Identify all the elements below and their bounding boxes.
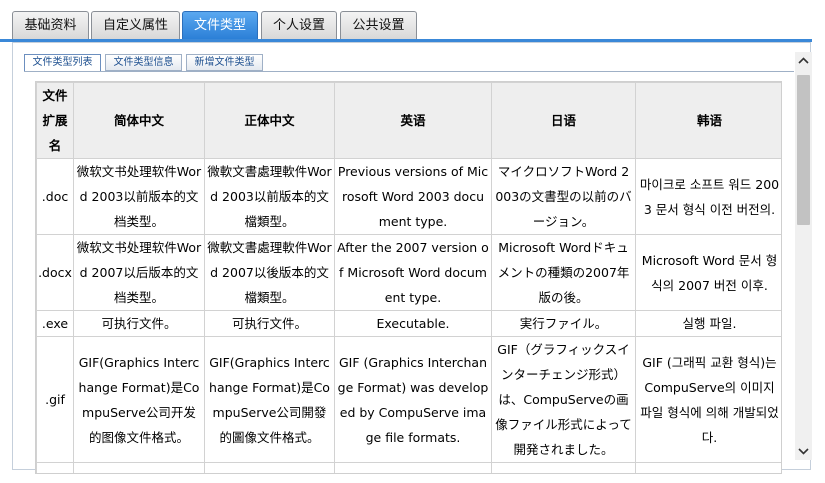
chevron-up-icon[interactable] xyxy=(795,52,812,69)
cell-traditional-chinese: 微軟文書處理軟件Word 2007以後版本的文檔類型。 xyxy=(204,234,335,311)
table-row[interactable]: .docx 微软文书处理软件Word 2007以后版本的文档类型。 微軟文書處理… xyxy=(36,234,781,311)
table-row[interactable]: .gif GIF(Graphics Interchange Format)是Co… xyxy=(36,336,781,463)
cell-extension: .exe xyxy=(36,310,74,337)
cell-korean xyxy=(635,462,781,473)
cell-extension: .gif xyxy=(36,336,74,463)
cell-extension: .doc xyxy=(36,158,74,235)
subtab-file-type-info[interactable]: 文件类型信息 xyxy=(105,54,182,71)
cell-korean: 마이크로 소프트 워드 2003 문서 형식 이전 버전의. xyxy=(635,158,781,235)
cell-simplified-chinese: GIF(Graphics Interchange Format)是CompuSe… xyxy=(73,336,205,463)
col-header-traditional-chinese: 正体中文 xyxy=(204,82,335,159)
col-header-extension: 文件扩展名 xyxy=(36,82,74,159)
vertical-scrollbar[interactable] xyxy=(795,52,812,460)
cell-simplified-chinese: 微软文书处理软件Word 2007以后版本的文档类型。 xyxy=(73,234,205,311)
cell-english: GIF (Graphics Interchange Format) was de… xyxy=(334,336,492,463)
table-row[interactable]: .doc 微软文书处理软件Word 2003以前版本的文档类型。 微軟文書處理軟… xyxy=(36,158,781,235)
table-row[interactable]: .exe 可执行文件。 可执行文件。 Executable. 実行ファイル。 실… xyxy=(36,310,781,337)
col-header-korean: 韩语 xyxy=(635,82,781,159)
cell-traditional-chinese xyxy=(204,462,335,473)
cell-simplified-chinese: 可执行文件。 xyxy=(73,310,205,337)
file-type-table-container: 文件扩展名 简体中文 正体中文 英语 日语 韩语 .doc 微软文书处理软件Wo… xyxy=(35,81,782,474)
scrollbar-thumb[interactable] xyxy=(797,75,810,225)
cell-traditional-chinese: 可执行文件。 xyxy=(204,310,335,337)
cell-korean: 실행 파일. xyxy=(635,310,781,337)
subtab-file-type-list[interactable]: 文件类型列表 xyxy=(24,54,101,72)
cell-korean: GIF (그래픽 교환 형식)는 CompuServe의 이미지 파일 형식에 … xyxy=(635,336,781,463)
tab-public-settings[interactable]: 公共设置 xyxy=(340,11,417,39)
table-header-row: 文件扩展名 简体中文 正体中文 英语 日语 韩语 xyxy=(36,82,781,159)
chevron-down-icon[interactable] xyxy=(795,443,812,460)
content-frame: 文件类型列表 文件类型信息 新增文件类型 文件扩展名 简体中文 正体中文 英语 … xyxy=(12,42,811,474)
tab-basic-info[interactable]: 基础资料 xyxy=(12,11,89,39)
cell-english: Executable. xyxy=(334,310,492,337)
cell-traditional-chinese: 微軟文書處理軟件Word 2003以前版本的文檔類型。 xyxy=(204,158,335,235)
cell-traditional-chinese: GIF(Graphics Interchange Format)是CompuSe… xyxy=(204,336,335,463)
table-row[interactable] xyxy=(36,462,781,473)
cell-japanese: GIF（グラフィックスインターチェンジ形式）は、CompuServeの画像ファイ… xyxy=(491,336,636,463)
cell-japanese xyxy=(491,462,636,473)
cell-english: Previous versions of Microsoft Word 2003… xyxy=(334,158,492,235)
tab-personal-settings[interactable]: 个人设置 xyxy=(261,11,337,39)
cell-extension xyxy=(36,462,74,473)
col-header-english: 英语 xyxy=(334,82,492,159)
col-header-japanese: 日语 xyxy=(491,82,636,159)
cell-japanese: 実行ファイル。 xyxy=(491,310,636,337)
tab-custom-attributes[interactable]: 自定义属性 xyxy=(91,11,180,39)
cell-english xyxy=(334,462,492,473)
top-tab-bar: 基础资料 自定义属性 文件类型 个人设置 公共设置 xyxy=(0,0,825,40)
col-header-simplified-chinese: 简体中文 xyxy=(73,82,205,159)
cell-japanese: マイクロソフトWord 2003の文書型の以前のバージョン。 xyxy=(491,158,636,235)
cell-simplified-chinese: 微软文书处理软件Word 2003以前版本的文档类型。 xyxy=(73,158,205,235)
sub-tab-underline xyxy=(24,71,794,72)
cell-english: After the 2007 version of Microsoft Word… xyxy=(334,234,492,311)
cell-japanese: Microsoft Wordドキュメントの種類の2007年版の後。 xyxy=(491,234,636,311)
cell-extension: .docx xyxy=(36,234,74,311)
cell-korean: Microsoft Word 문서 형식의 2007 버전 이후. xyxy=(635,234,781,311)
subtab-add-file-type[interactable]: 新增文件类型 xyxy=(186,54,263,71)
file-type-table: 文件扩展名 简体中文 正体中文 英语 日语 韩语 .doc 微软文书处理软件Wo… xyxy=(36,82,781,473)
cell-simplified-chinese xyxy=(73,462,205,473)
tab-file-types[interactable]: 文件类型 xyxy=(182,11,258,40)
